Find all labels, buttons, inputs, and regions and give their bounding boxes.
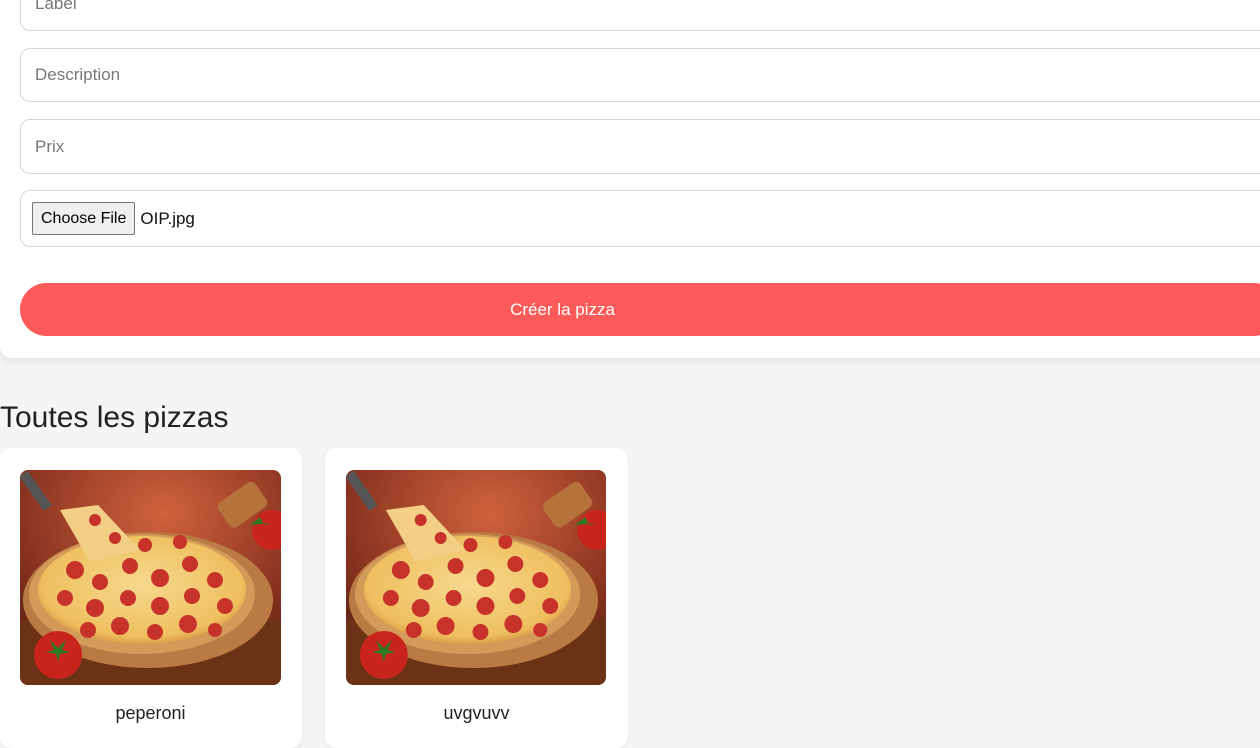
choose-file-button[interactable]: Choose File	[32, 202, 136, 235]
description-input[interactable]	[21, 49, 1260, 101]
pizza-name: peperoni	[115, 703, 186, 723]
pizza-image	[346, 470, 606, 685]
label-field[interactable]	[20, 0, 1260, 31]
pizza-name: uvgvuvv	[443, 703, 510, 723]
description-field[interactable]	[20, 48, 1260, 102]
image-file-field: Choose File OIP.jpg	[20, 190, 1260, 247]
pizza-form: Choose File OIP.jpg Créer la pizza	[0, 0, 1260, 358]
create-pizza-button[interactable]: Créer la pizza	[20, 283, 1260, 336]
section-title: Toutes les pizzas	[0, 401, 229, 434]
selected-file-name: OIP.jpg	[140, 208, 195, 228]
pizza-card[interactable]: peperoni	[0, 448, 302, 748]
label-input[interactable]	[21, 0, 1260, 30]
pizza-card[interactable]: uvgvuvv	[325, 448, 628, 748]
price-field[interactable]	[20, 119, 1260, 174]
pizza-image	[20, 470, 281, 685]
price-input[interactable]	[21, 120, 1260, 173]
